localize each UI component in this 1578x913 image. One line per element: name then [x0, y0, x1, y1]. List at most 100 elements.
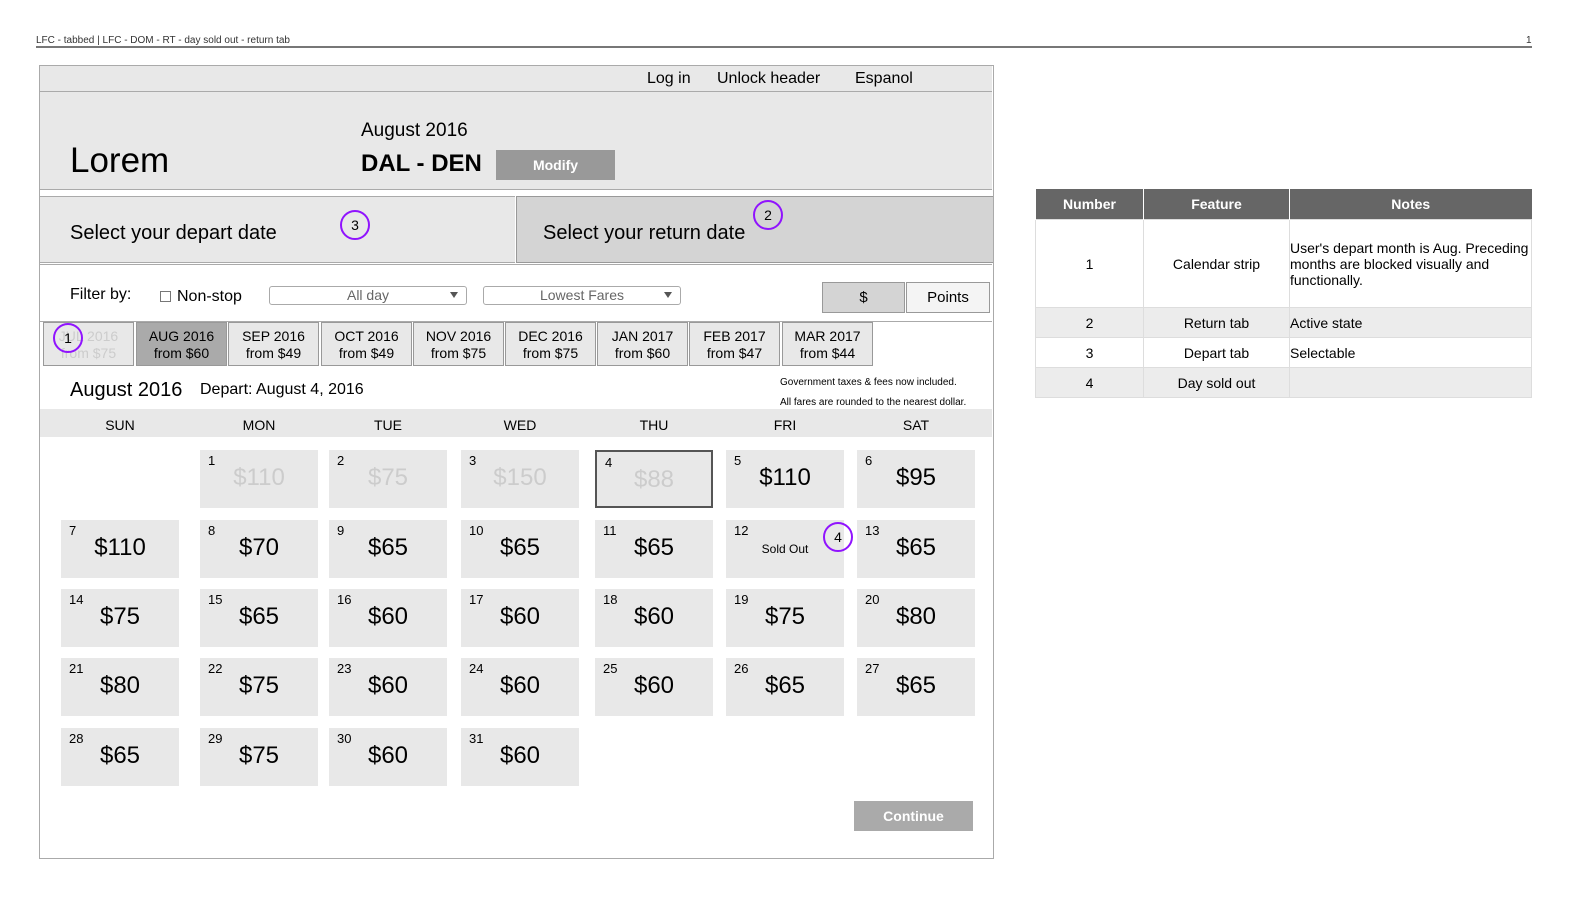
marker-1: 1 [53, 323, 83, 353]
day-cell[interactable]: 7 $110 [61, 520, 179, 578]
table-row: 4 Day sold out [1035, 367, 1532, 398]
day-cell[interactable]: 6 $95 [857, 450, 975, 508]
day-cell[interactable]: 21 $80 [61, 658, 179, 716]
day-fare: $80 [99, 672, 141, 699]
day-cell[interactable]: 30 $60 [329, 728, 447, 786]
day-cell[interactable]: 17 $60 [461, 589, 579, 647]
day-cell[interactable]: 15 $65 [200, 589, 318, 647]
day-cell[interactable]: 18 $60 [595, 589, 713, 647]
currency-points-button[interactable]: Points [906, 282, 990, 313]
month-tab-fare: from $47 [706, 345, 763, 361]
modify-button[interactable]: Modify [496, 150, 615, 180]
table-cell: Depart tab [1143, 337, 1290, 368]
top-bar [40, 66, 992, 92]
day-fare: $65 [764, 672, 806, 699]
day-cell[interactable]: 25 $60 [595, 658, 713, 716]
table-header-row: Number Feature Notes [1035, 189, 1532, 220]
month-tab[interactable]: JAN 2017 from $60 [597, 322, 688, 366]
day-cell: 4 $88 [595, 450, 713, 508]
day-cell[interactable]: 13 $65 [857, 520, 975, 578]
day-fare: $75 [367, 464, 409, 491]
month-tab[interactable]: FEB 2017 from $47 [689, 322, 780, 366]
day-fare: $88 [633, 466, 675, 493]
day-fare: $65 [895, 534, 937, 561]
unlock-header-link[interactable]: Unlock header [717, 70, 820, 88]
month-tab-name: JAN 2017 [611, 328, 674, 344]
month-tab[interactable]: OCT 2016 from $49 [321, 322, 412, 366]
day-cell[interactable]: 23 $60 [329, 658, 447, 716]
table-cell: Return tab [1143, 307, 1290, 338]
month-tab-fare: from $60 [614, 345, 671, 361]
day-fare: $150 [493, 464, 547, 491]
day-cell[interactable]: 14 $75 [61, 589, 179, 647]
day-cell[interactable]: 27 $65 [857, 658, 975, 716]
trip-route: DAL - DEN [361, 150, 482, 177]
day-cell[interactable]: 11 $65 [595, 520, 713, 578]
feature-notes-table: Number Feature Notes 1 Calendar strip Us… [1035, 189, 1532, 398]
day-fare: $75 [238, 672, 280, 699]
table-cell [1289, 367, 1532, 398]
marker-2: 2 [753, 200, 783, 230]
day-cell[interactable]: 26 $65 [726, 658, 844, 716]
day-fare: $65 [367, 534, 409, 561]
day-cell[interactable]: 10 $65 [461, 520, 579, 578]
time-of-day-select[interactable]: All day [269, 286, 467, 305]
marker-3: 3 [340, 210, 370, 240]
month-tab-name: AUG 2016 [148, 328, 215, 344]
table-cell: Selectable [1289, 337, 1532, 368]
day-cell[interactable]: 5 $110 [726, 450, 844, 508]
page-header-text: LFC - tabbed | LFC - DOM - RT - day sold… [36, 35, 290, 46]
weekday-label: MON [242, 417, 276, 433]
day-cell[interactable]: 8 $70 [200, 520, 318, 578]
month-tab-fare: from $60 [153, 345, 210, 361]
weekday-label: THU [639, 417, 669, 433]
day-fare: $65 [238, 603, 280, 630]
time-of-day-value: All day [346, 287, 390, 303]
login-link[interactable]: Log in [647, 70, 691, 88]
day-cell[interactable]: 20 $80 [857, 589, 975, 647]
month-tab-fare: from $44 [799, 345, 856, 361]
tab-return-label: Select your return date [543, 222, 746, 244]
day-fare: $60 [499, 603, 541, 630]
filter-label: Filter by: [70, 286, 132, 303]
month-tab[interactable]: SEP 2016 from $49 [228, 322, 319, 366]
day-fare: $110 [94, 534, 146, 561]
tab-depart-label: Select your depart date [70, 222, 277, 244]
day-cell[interactable]: 16 $60 [329, 589, 447, 647]
month-tab[interactable]: DEC 2016 from $75 [505, 322, 596, 366]
table-cell: 2 [1035, 307, 1144, 338]
day-cell[interactable]: 31 $60 [461, 728, 579, 786]
day-number: 12 [734, 523, 749, 538]
day-fare: $65 [633, 534, 675, 561]
rounding-note: All fares are rounded to the nearest dol… [780, 397, 967, 408]
month-tab-name: NOV 2016 [425, 328, 492, 344]
month-tab[interactable]: MAR 2017 from $44 [782, 322, 873, 366]
currency-dollar-button[interactable]: $ [822, 282, 905, 313]
day-fare: $80 [895, 603, 937, 630]
sort-select[interactable]: Lowest Fares [483, 286, 681, 305]
espanol-link[interactable]: Espanol [855, 70, 913, 88]
tab-depart[interactable]: Select your depart date [40, 196, 515, 263]
nonstop-checkbox[interactable] [160, 291, 171, 302]
day-cell[interactable]: 29 $75 [200, 728, 318, 786]
weekday-label: SAT [902, 417, 930, 433]
day-cell[interactable]: 28 $65 [61, 728, 179, 786]
marker-4: 4 [823, 522, 853, 552]
table-cell: Day sold out [1143, 367, 1290, 398]
day-fare: $60 [367, 603, 409, 630]
month-tab[interactable]: AUG 2016 from $60 [136, 322, 227, 366]
day-cell[interactable]: 9 $65 [329, 520, 447, 578]
calendar-month: August 2016 [70, 379, 183, 401]
continue-button[interactable]: Continue [854, 801, 973, 831]
column-header: Notes [1289, 189, 1532, 220]
table-cell: 3 [1035, 337, 1144, 368]
month-tab[interactable]: NOV 2016 from $75 [413, 322, 504, 366]
day-cell[interactable]: 22 $75 [200, 658, 318, 716]
day-fare: $70 [238, 534, 280, 561]
day-fare: $60 [367, 672, 409, 699]
day-cell: 2 $75 [329, 450, 447, 508]
day-cell[interactable]: 24 $60 [461, 658, 579, 716]
weekday-label: SUN [105, 417, 135, 433]
day-cell[interactable]: 19 $75 [726, 589, 844, 647]
column-header: Feature [1143, 189, 1290, 220]
